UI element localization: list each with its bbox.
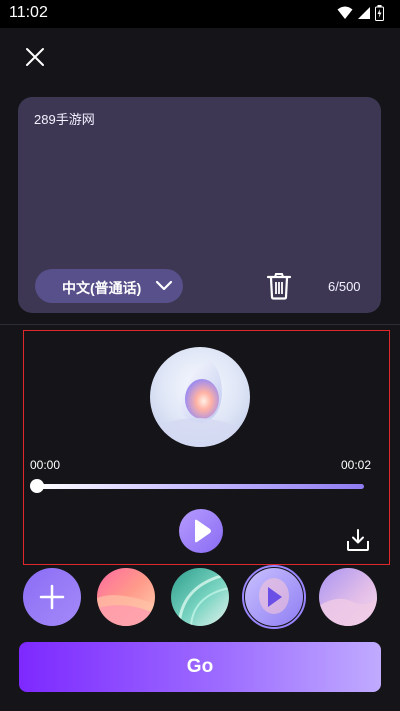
audio-player-panel: 00:00 00:02 [23, 330, 390, 565]
tts-screen: 289手游网 中文(普通话) 6/500 00:00 00:02 Go [0, 28, 400, 711]
wifi-icon [337, 6, 353, 19]
current-time: 00:00 [30, 458, 61, 472]
char-count: 6/500 [328, 279, 361, 294]
plus-icon [39, 584, 65, 610]
trash-icon [266, 273, 292, 300]
battery-icon [375, 5, 384, 21]
text-content[interactable]: 289手游网 [34, 109, 95, 128]
divider [0, 324, 400, 325]
close-icon [26, 48, 44, 66]
language-label: 中文(普通话) [62, 280, 142, 296]
status-bar: 11:02 [0, 0, 400, 28]
voice-option-1[interactable] [97, 568, 155, 626]
download-button[interactable] [346, 528, 370, 556]
play-icon [195, 519, 211, 543]
signal-icon [358, 7, 370, 19]
close-button[interactable] [20, 42, 50, 72]
audio-cover-art [150, 347, 250, 447]
total-time: 00:02 [340, 458, 371, 472]
voice-option-2[interactable] [171, 568, 229, 626]
download-icon [347, 529, 369, 551]
progress-track[interactable] [37, 484, 364, 489]
voice-selector-row [0, 565, 400, 629]
voice-option-4[interactable] [319, 568, 377, 626]
chevron-down-icon [155, 280, 173, 291]
add-voice-button[interactable] [23, 568, 81, 626]
language-selector[interactable]: 中文(普通话) [35, 269, 183, 303]
status-icons [337, 5, 384, 21]
status-time: 11:02 [9, 4, 48, 21]
delete-text-button[interactable] [266, 272, 292, 304]
progress-thumb[interactable] [30, 479, 44, 493]
text-input-card[interactable]: 289手游网 中文(普通话) 6/500 [18, 97, 381, 313]
go-button[interactable]: Go [19, 642, 381, 692]
go-label: Go [186, 656, 214, 677]
voice-option-3-selected[interactable] [245, 568, 303, 626]
play-button[interactable] [179, 509, 223, 553]
